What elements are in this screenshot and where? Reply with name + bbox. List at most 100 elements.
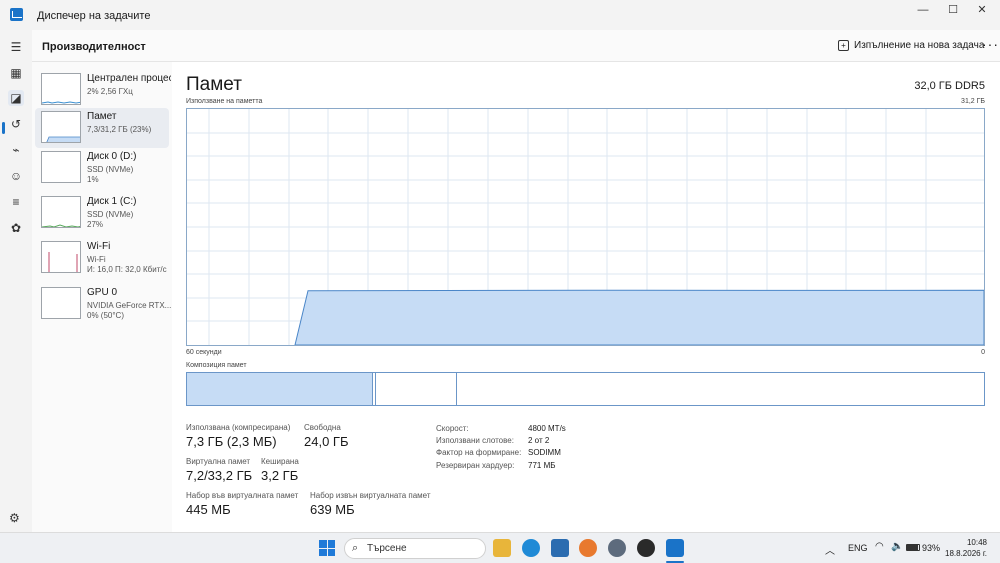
composition-modified bbox=[373, 373, 376, 405]
resource-list: Централен процесор 2% 2,56 ГХц Памет 7,3… bbox=[32, 62, 172, 532]
minimize-button[interactable]: — bbox=[909, 0, 937, 22]
more-options-button[interactable]: ··· bbox=[982, 36, 999, 52]
run-new-task-label: Изпълнение на нова задача bbox=[854, 40, 985, 51]
hamburger-menu-icon[interactable]: ☰ bbox=[8, 39, 24, 55]
stat-value: 3,2 ГБ bbox=[261, 468, 299, 483]
resource-item-disk-0[interactable]: Диск 0 (D:) SSD (NVMe) 1% bbox=[35, 148, 169, 188]
store-icon[interactable] bbox=[551, 539, 569, 557]
memory-spec: 32,0 ГБ DDR5 bbox=[914, 80, 985, 92]
gpu-thumbnail bbox=[41, 287, 81, 319]
resource-detail: Wi-Fi bbox=[87, 255, 106, 264]
resource-detail: 27% bbox=[87, 220, 104, 229]
spec-label: Резервиран хардуер: bbox=[436, 461, 515, 470]
firefox-icon[interactable] bbox=[579, 539, 597, 557]
resource-name: Wi-Fi bbox=[87, 241, 111, 252]
users-icon[interactable]: ☺ bbox=[8, 168, 24, 184]
taskbar-clock[interactable]: 10:48 18.8.2026 г. bbox=[945, 537, 987, 559]
resource-item-wifi[interactable]: Wi-Fi Wi-Fi И: 16,0 П: 32,0 Кбит/с bbox=[35, 238, 169, 278]
language-indicator[interactable]: ENG bbox=[848, 543, 868, 553]
stat-cached: Кеширана 3,2 ГБ bbox=[261, 457, 299, 483]
stat-label: Използвана (компресирана) bbox=[186, 423, 291, 432]
file-explorer-icon[interactable] bbox=[493, 539, 511, 557]
search-icon: ⌕ bbox=[352, 542, 359, 554]
close-button[interactable]: ✕ bbox=[968, 0, 996, 22]
start-button[interactable] bbox=[319, 540, 335, 556]
memory-thumbnail bbox=[41, 111, 81, 143]
maximize-button[interactable]: ☐ bbox=[939, 0, 967, 22]
edge-browser-icon[interactable] bbox=[522, 539, 540, 557]
page-header: Производителност + Изпълнение на нова за… bbox=[32, 30, 1000, 62]
active-nav-indicator bbox=[2, 122, 5, 134]
taskbar: ⌕ Търсене ︿ ENG ◠ 🔈 93% 10:48 18.8.2026 … bbox=[0, 532, 1000, 563]
window-title: Диспечер на задачите bbox=[37, 10, 151, 22]
resource-name: Памет bbox=[87, 111, 117, 122]
stat-value: 639 МБ bbox=[310, 502, 355, 517]
resource-detail: 7,3/31,2 ГБ (23%) bbox=[87, 125, 152, 134]
run-task-icon: + bbox=[838, 40, 849, 51]
stat-value: 7,2/33,2 ГБ bbox=[186, 468, 253, 483]
battery-icon[interactable] bbox=[906, 544, 920, 551]
details-icon[interactable]: ≡ bbox=[8, 194, 24, 210]
settings-gear-icon[interactable]: ⚙ bbox=[9, 511, 20, 525]
memory-usage-area bbox=[294, 289, 985, 346]
battery-percent: 93% bbox=[922, 543, 941, 553]
services-icon[interactable]: ✿ bbox=[8, 220, 24, 236]
memory-usage-chart bbox=[187, 109, 985, 346]
task-manager-icon bbox=[10, 8, 23, 21]
resource-detail: SSD (NVMe) bbox=[87, 210, 134, 219]
processes-icon[interactable]: ▦ bbox=[8, 65, 24, 81]
task-manager-taskbar-icon[interactable] bbox=[666, 539, 684, 557]
stat-label: Виртуална памет bbox=[186, 457, 251, 466]
disk-1-thumbnail bbox=[41, 196, 81, 228]
resource-item-memory[interactable]: Памет 7,3/31,2 ГБ (23%) bbox=[35, 108, 169, 148]
resource-item-gpu[interactable]: GPU 0 NVIDIA GeForce RTX... 0% (50°C) bbox=[35, 284, 171, 324]
spec-value: 2 от 2 bbox=[528, 436, 550, 445]
clock-date: 18.8.2026 г. bbox=[945, 549, 987, 558]
app-circle-icon[interactable] bbox=[637, 539, 655, 557]
wifi-icon[interactable]: ◠ bbox=[875, 541, 884, 552]
tray-overflow-icon[interactable]: ︿ bbox=[825, 542, 835, 557]
run-new-task-button[interactable]: + Изпълнение на нова задача bbox=[838, 40, 984, 51]
resource-detail: 2% 2,56 ГХц bbox=[87, 87, 133, 96]
graph-time-end: 0 bbox=[981, 349, 985, 356]
resource-name: Централен процесор bbox=[87, 73, 171, 84]
stat-value: 7,3 ГБ (2,3 МБ) bbox=[186, 434, 277, 449]
resource-detail: 1% bbox=[87, 175, 99, 184]
resource-detail: SSD (NVMe) bbox=[87, 165, 134, 174]
spec-value: 4800 MT/s bbox=[528, 424, 566, 433]
stat-available: Свободна 24,0 ГБ bbox=[304, 423, 348, 449]
volume-icon[interactable]: 🔈 bbox=[891, 541, 903, 552]
search-placeholder: Търсене bbox=[367, 543, 407, 554]
resource-name: Диск 0 (D:) bbox=[87, 151, 137, 162]
memory-panel: Памет 32,0 ГБ DDR5 Използване на паметта… bbox=[172, 62, 1000, 532]
stat-committed: Виртуална памет 7,2/33,2 ГБ bbox=[186, 457, 252, 483]
stat-value: 445 МБ bbox=[186, 502, 231, 517]
navigation-rail: ☰ ▦ ◪ ↺ ⌁ ☺ ≡ ✿ bbox=[0, 30, 32, 532]
disk-0-thumbnail bbox=[41, 151, 81, 183]
usage-graph-label: Използване на паметта bbox=[186, 98, 263, 105]
resource-item-cpu[interactable]: Централен процесор 2% 2,56 ГХц bbox=[35, 70, 171, 110]
settings-app-icon[interactable] bbox=[608, 539, 626, 557]
composition-label: Композиция памет bbox=[186, 362, 247, 369]
clock-time: 10:48 bbox=[966, 538, 987, 547]
stat-in-use: Използвана (компресирана) 7,3 ГБ (2,3 МБ… bbox=[186, 423, 290, 449]
spec-label: Използвани слотове: bbox=[436, 436, 514, 445]
usage-graph-max: 31,2 ГБ bbox=[961, 98, 985, 105]
stat-label: Свободна bbox=[304, 423, 341, 432]
spec-label: Скорост: bbox=[436, 424, 469, 433]
title-bar: Диспечер на задачите — ☐ ✕ bbox=[0, 0, 1000, 30]
taskbar-search[interactable]: ⌕ Търсене bbox=[344, 538, 486, 559]
composition-standby bbox=[377, 373, 457, 405]
stat-value: 24,0 ГБ bbox=[304, 434, 349, 449]
page-title: Производителност bbox=[42, 41, 146, 53]
cpu-thumbnail bbox=[41, 73, 81, 105]
startup-apps-icon[interactable]: ⌁ bbox=[8, 142, 24, 158]
spec-value: SODIMM bbox=[528, 448, 561, 457]
performance-icon[interactable]: ◪ bbox=[8, 90, 24, 106]
resource-detail: 0% (50°C) bbox=[87, 311, 124, 320]
resource-item-disk-1[interactable]: Диск 1 (C:) SSD (NVMe) 27% bbox=[35, 193, 169, 233]
resource-detail: NVIDIA GeForce RTX... bbox=[87, 301, 171, 310]
spec-label: Фактор на формиране: bbox=[436, 448, 522, 457]
spec-value: 771 МБ bbox=[528, 461, 556, 470]
app-history-icon[interactable]: ↺ bbox=[8, 116, 24, 132]
